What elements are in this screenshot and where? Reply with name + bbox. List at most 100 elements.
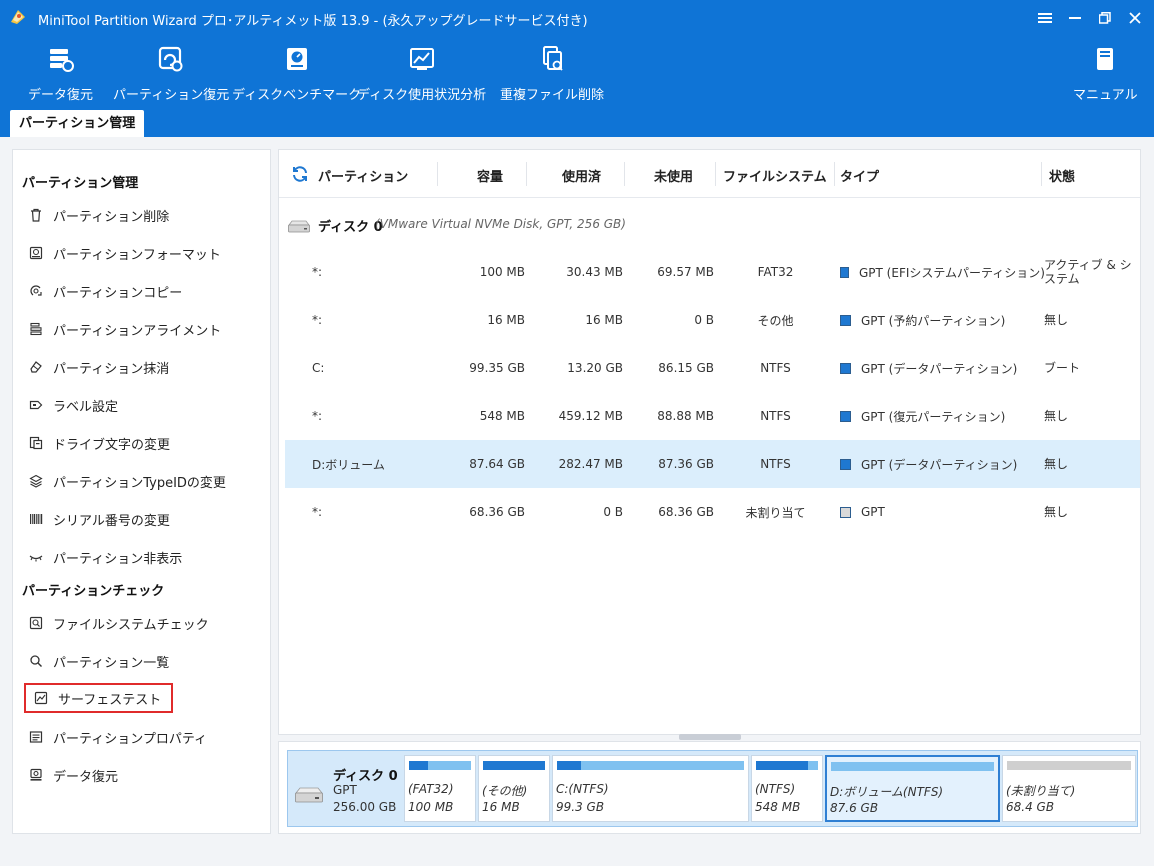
toolbar-label: ディスクベンチマーク [232,88,362,103]
disk-map-partition[interactable]: (NTFS) 548 MB [751,755,823,822]
partition-type-swatch [840,458,851,470]
cell-status: アクティブ & システム [1044,258,1132,286]
action-label: データ復元 [53,769,119,785]
action-label: パーティションフォーマット [53,247,221,263]
action-data-recovery[interactable]: データ復元 [27,762,118,788]
partition-size: 99.3 GB [556,800,605,814]
partition-row[interactable]: D:ボリューム 87.64 GB 282.47 MB 87.36 GB NTFS GPT … [285,440,1140,488]
disk-map-partition[interactable]: (その他) 16 MB [478,755,550,822]
col-unused[interactable]: 未使用 [654,166,693,185]
col-status[interactable]: 状態 [1049,166,1075,185]
magnifier-icon [27,652,45,670]
minimize-button[interactable] [1062,6,1088,30]
partition-row[interactable]: *: 16 MB 16 MB 0 B その他 GPT (予約パーティション) 無し [285,296,1140,344]
action-format-partition[interactable]: パーティションフォーマット [27,240,221,266]
disk-map-partition[interactable]: C:(NTFS) 99.3 GB [552,755,749,822]
action-set-label[interactable]: ラベル設定 [27,392,118,418]
partition-name: D:ボリューム(NTFS) [830,785,944,799]
partition-usage-bar [756,761,818,770]
layers-icon [27,472,45,490]
action-change-drive-letter[interactable]: ドライブ文字の変更 [27,430,170,456]
action-wipe-partition[interactable]: パーティション抹消 [27,354,169,380]
disk-row[interactable]: ディスク 0 (VMware Virtual NVMe Disk, GPT, 2… [279,200,1140,246]
action-hide-partition[interactable]: パーティション非表示 [27,544,182,570]
menu-button[interactable] [1032,6,1058,30]
partition-usage-fill [557,761,582,770]
panel-splitter[interactable] [679,734,741,740]
col-used[interactable]: 使用済 [562,166,601,185]
toolbar-data-recovery[interactable]: データ復元 [28,44,93,103]
disk-map-disk-card[interactable]: ディスク 0 GPT 256.00 GB [288,751,403,826]
partition-usage-bar [1007,761,1131,770]
toolbar-duplicate-file[interactable]: 重複ファイル削除 [500,44,604,103]
toolbar-disk-benchmark[interactable]: ディスクベンチマーク [232,44,361,103]
action-align-partition[interactable]: パーティションアライメント [27,316,221,342]
hard-disk-icon [288,220,310,233]
cell-capacity: 99.35 GB [469,361,525,375]
action-label: ドライブ文字の変更 [53,437,171,453]
action-label: パーティションアライメント [53,323,222,339]
action-explore-partition[interactable]: パーティション一覧 [27,648,169,674]
partition-type-swatch [840,506,851,518]
action-label: ラベル設定 [53,399,119,415]
cell-capacity: 16 MB [487,313,525,327]
action-surface-test[interactable]: サーフェステスト [24,683,174,713]
disk-map-partition[interactable]: (FAT32) 100 MB [404,755,476,822]
action-label: ファイルシステムチェック [53,617,209,633]
partition-row[interactable]: *: 100 MB 30.43 MB 69.57 MB FAT32 GPT (EFIシステ… [285,248,1140,296]
tab-partition-management[interactable]: パーティション管理 [10,110,145,137]
action-copy-partition[interactable]: パーティションコピー [27,278,182,304]
partition-row[interactable]: C: 99.35 GB 13.20 GB 86.15 GB NTFS GPT (データパー… [285,344,1140,392]
partition-row[interactable]: *: 548 MB 459.12 MB 88.88 MB NTFS GPT (復元パーティ… [285,392,1140,440]
disk-benchmark-icon [282,44,312,74]
cell-status: 無し [1044,409,1069,423]
toolbar-partition-recovery[interactable]: パーティション復元 [113,44,229,103]
action-delete-partition[interactable]: パーティション削除 [27,202,169,228]
toolbar-manual[interactable]: マニュアル [1073,44,1138,103]
cell-filesystem: FAT32 [757,265,794,279]
refresh-icon[interactable] [291,165,309,183]
action-change-type-id[interactable]: パーティションTypeIDの変更 [27,468,226,494]
partition-usage-bar [557,761,744,770]
col-partition[interactable]: パーティション [318,166,408,185]
cell-unused: 69.57 MB [657,265,714,279]
manual-book-icon [1090,44,1120,74]
cell-partition: *: [312,409,323,423]
col-divider [715,162,716,186]
title-bar: MiniTool Partition Wizard プロ･アルティメット版 13… [0,0,1154,36]
cell-type: GPT (データパーティション) [861,457,1018,472]
col-filesystem[interactable]: ファイルシステム [723,166,827,185]
window-title: MiniTool Partition Wizard プロ･アルティメット版 13… [38,14,588,29]
minimize-icon [1069,17,1081,19]
disk-label: ディスク 0 [318,220,383,235]
col-capacity[interactable]: 容量 [477,166,503,185]
col-type[interactable]: タイプ [840,166,879,185]
partition-usage-bar [831,762,994,771]
disk-map-partition[interactable]: D:ボリューム(NTFS) 87.6 GB [825,755,1000,822]
partition-list: パーティション 容量 使用済 未使用 ファイルシステム タイプ 状態 ディスク … [278,149,1141,735]
properties-icon [27,728,45,746]
disk-map-partition[interactable]: (未割り当て) 68.4 GB [1002,755,1136,822]
partition-type-swatch [840,362,851,374]
action-change-serial-number[interactable]: シリアル番号の変更 [27,506,170,532]
partition-row[interactable]: *: 68.36 GB 0 B 68.36 GB 未割り当て GPT 無し [285,488,1140,536]
toolbar-space-analyzer[interactable]: ディスク使用状況分析 [357,44,486,103]
cell-partition: C: [312,361,325,375]
cell-status: 無し [1044,505,1069,519]
cell-partition: *: [312,505,323,519]
cell-capacity: 87.64 GB [469,457,525,471]
drive-letter-icon [27,434,45,452]
cell-capacity: 100 MB [479,265,525,279]
disk-info: (VMware Virtual NVMe Disk, GPT, 256 GB) [375,217,626,231]
restore-button[interactable] [1092,6,1118,30]
action-label: パーティションTypeIDの変更 [53,475,226,491]
restore-icon [1099,12,1111,24]
partition-name: (未割り当て) [1006,784,1076,798]
action-partition-properties[interactable]: パーティションプロパティ [27,724,207,750]
partition-size: 548 MB [755,800,801,814]
close-button[interactable] [1122,6,1148,30]
hard-disk-icon [295,787,323,803]
action-check-file-system[interactable]: ファイルシステムチェック [27,610,209,636]
partition-usage-fill [756,761,809,770]
cell-partition: D:ボリューム [312,457,385,472]
